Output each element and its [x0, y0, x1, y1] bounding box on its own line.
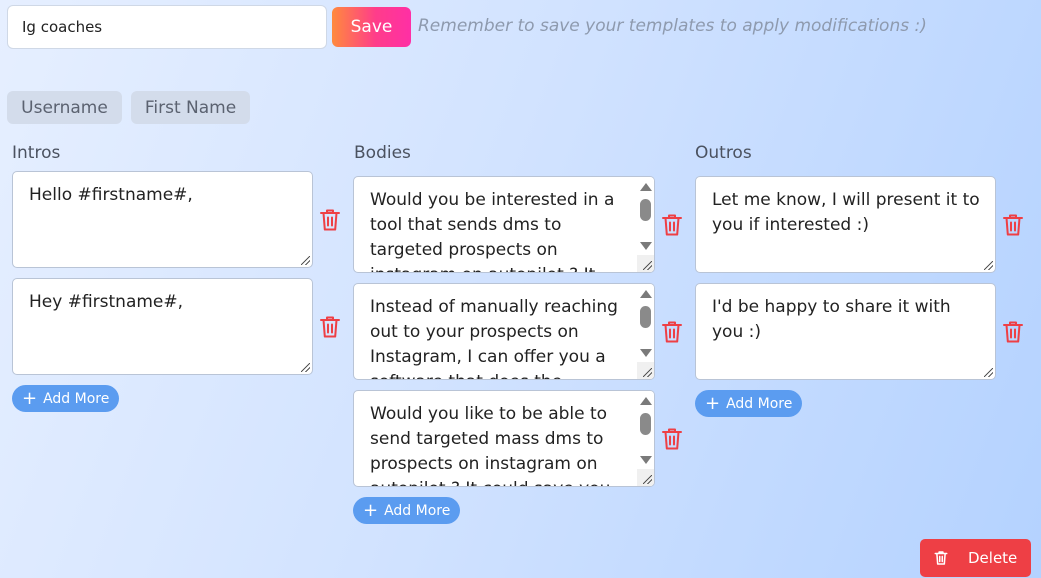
resize-handle-icon[interactable] [301, 256, 310, 265]
outro-text: Let me know, I will present it to you if… [712, 190, 980, 235]
bodies-add-more-button[interactable]: + Add More [353, 497, 461, 524]
save-button[interactable]: Save [332, 7, 411, 47]
template-name-input[interactable] [7, 5, 327, 49]
delete-button[interactable]: Delete [920, 539, 1031, 577]
scroll-down-icon[interactable] [640, 242, 652, 250]
resize-handle-icon[interactable] [984, 368, 993, 377]
scroll-down-icon[interactable] [640, 349, 652, 357]
intro-text: Hello #firstname#, [29, 185, 193, 205]
intros-add-more-button[interactable]: + Add More [12, 385, 120, 412]
outros-title: Outros [695, 143, 752, 163]
body-text: Instead of manually reaching out to your… [370, 297, 618, 379]
trash-icon[interactable] [319, 208, 341, 232]
outro-textarea-2[interactable]: I'd be happy to share it with you :) [695, 283, 996, 380]
resize-handle-icon[interactable] [643, 368, 652, 377]
scroll-thumb[interactable] [640, 199, 651, 221]
trash-icon[interactable] [661, 213, 683, 237]
body-text: Would you be interested in a tool that s… [370, 190, 615, 272]
trash-icon[interactable] [661, 427, 683, 451]
add-more-label: Add More [384, 502, 451, 519]
body-text: Would you like to be able to send target… [370, 404, 610, 486]
scroll-up-icon[interactable] [640, 290, 652, 298]
scroll-up-icon[interactable] [640, 397, 652, 405]
scroll-down-icon[interactable] [640, 456, 652, 464]
scrollbar[interactable] [637, 284, 654, 379]
trash-icon [934, 551, 948, 565]
body-textarea-1[interactable]: Would you be interested in a tool that s… [353, 176, 655, 273]
trash-icon[interactable] [319, 315, 341, 339]
body-textarea-2[interactable]: Instead of manually reaching out to your… [353, 283, 655, 380]
outros-add-more-button[interactable]: + Add More [695, 390, 803, 417]
delete-label: Delete [968, 549, 1018, 567]
variable-chip-username[interactable]: Username [7, 91, 122, 124]
scroll-thumb[interactable] [640, 413, 651, 435]
save-hint: Remember to save your templates to apply… [418, 16, 927, 36]
scrollbar[interactable] [637, 177, 654, 272]
add-more-label: Add More [726, 395, 793, 412]
bodies-title: Bodies [354, 143, 411, 163]
outro-textarea-1[interactable]: Let me know, I will present it to you if… [695, 176, 996, 273]
add-more-label: Add More [43, 390, 110, 407]
trash-icon[interactable] [1002, 320, 1024, 344]
trash-icon[interactable] [661, 320, 683, 344]
scroll-thumb[interactable] [640, 306, 651, 328]
intros-title: Intros [12, 143, 61, 163]
outro-text: I'd be happy to share it with you :) [712, 297, 951, 342]
scroll-up-icon[interactable] [640, 183, 652, 191]
plus-icon: + [22, 387, 38, 409]
variable-chip-first-name[interactable]: First Name [131, 91, 250, 124]
intro-text: Hey #firstname#, [29, 292, 184, 312]
intro-textarea-1[interactable]: Hello #firstname#, [12, 171, 313, 268]
trash-icon[interactable] [1002, 213, 1024, 237]
resize-handle-icon[interactable] [301, 363, 310, 372]
plus-icon: + [363, 499, 379, 521]
resize-handle-icon[interactable] [643, 261, 652, 270]
scrollbar[interactable] [637, 391, 654, 486]
intro-textarea-2[interactable]: Hey #firstname#, [12, 278, 313, 375]
resize-handle-icon[interactable] [984, 261, 993, 270]
resize-handle-icon[interactable] [643, 475, 652, 484]
body-textarea-3[interactable]: Would you like to be able to send target… [353, 390, 655, 487]
plus-icon: + [705, 392, 721, 414]
